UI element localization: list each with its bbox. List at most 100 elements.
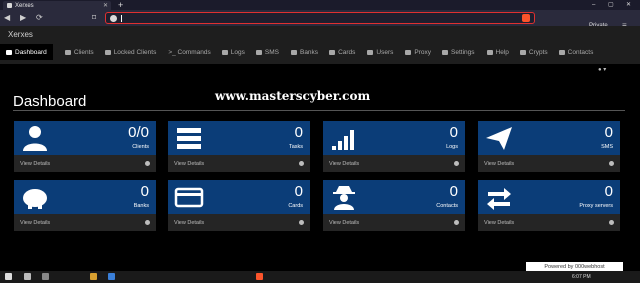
exchange-arrows-icon — [487, 188, 511, 210]
card-label: Tasks — [288, 144, 303, 150]
nav-item-locked-clients[interactable]: Locked Clients — [94, 44, 156, 60]
os-taskbar: 6:07 PM — [0, 271, 640, 283]
crypt-icon — [519, 49, 526, 55]
nav-item-users[interactable]: Users — [355, 44, 393, 60]
sms-icon — [255, 49, 262, 55]
nav-item-crypts[interactable]: Crypts — [509, 44, 548, 60]
nav-item-cards[interactable]: Cards — [318, 44, 355, 60]
card-label: Contacts — [436, 203, 458, 209]
proxy-icon — [405, 49, 412, 55]
card-label: Banks — [133, 203, 149, 209]
brave-icon[interactable] — [256, 273, 263, 280]
gear-icon — [442, 49, 449, 55]
card-label: Logs — [446, 144, 458, 150]
bookmark-icon[interactable]: ⌑ — [92, 12, 96, 24]
brand-title[interactable]: Xerxes — [8, 30, 33, 39]
view-details-link[interactable]: View Details — [168, 155, 310, 172]
paper-plane-icon — [486, 127, 512, 150]
arrow-circle-right-icon — [299, 220, 304, 225]
card-value: 0 — [294, 183, 303, 200]
minimize-button[interactable]: – — [592, 0, 595, 10]
card-sms: 0 SMS View Details — [478, 121, 620, 172]
title-divider — [13, 110, 625, 111]
search-icon[interactable] — [24, 273, 31, 280]
user-dropdown[interactable]: ● ▾ — [598, 66, 606, 73]
edge-icon[interactable] — [108, 273, 115, 280]
card-cards: 0 Cards View Details — [168, 180, 310, 231]
page-title: Dashboard — [13, 93, 87, 110]
lock-users-icon — [104, 49, 111, 55]
spy-icon — [333, 186, 355, 210]
tasks-icon — [177, 128, 201, 149]
piggy-bank-icon — [23, 189, 47, 209]
logs-icon — [221, 49, 228, 55]
card-value: 0 — [294, 124, 303, 141]
brave-shield-icon[interactable] — [522, 14, 530, 22]
card-tasks: 0 Tasks View Details — [168, 121, 310, 172]
users-icon — [64, 49, 71, 55]
watermark-text: www.masterscyber.com — [215, 89, 371, 103]
card-logs: 0 Logs View Details — [323, 121, 465, 172]
nav-item-commands[interactable]: >_ Commands — [156, 44, 210, 60]
credit-card-icon — [174, 187, 204, 208]
nav-item-proxy[interactable]: Proxy — [393, 44, 431, 60]
new-tab-button[interactable]: + — [118, 0, 123, 10]
close-window-button[interactable]: ✕ — [626, 0, 631, 10]
view-details-link[interactable]: View Details — [323, 214, 465, 231]
arrow-circle-right-icon — [299, 161, 304, 166]
bank-icon — [290, 49, 297, 55]
user-icon — [23, 126, 47, 151]
site-info-icon[interactable] — [110, 15, 117, 22]
arrow-circle-right-icon — [145, 220, 150, 225]
card-banks: 0 Banks View Details — [14, 180, 156, 231]
browser-tab[interactable]: Xerxes ✕ — [3, 1, 111, 10]
card-value: 0 — [449, 183, 458, 200]
view-details-link[interactable]: View Details — [168, 214, 310, 231]
nav-item-clients[interactable]: Clients — [53, 44, 94, 60]
card-value: 0 — [140, 183, 149, 200]
address-bar[interactable] — [105, 12, 535, 24]
nav-item-help[interactable]: Help — [475, 44, 509, 60]
clock: 6:07 PM — [572, 274, 591, 280]
nav-item-banks[interactable]: Banks — [279, 44, 318, 60]
view-details-link[interactable]: View Details — [14, 155, 156, 172]
arrow-circle-right-icon — [454, 161, 459, 166]
signal-bars-icon — [332, 130, 354, 150]
start-icon[interactable] — [5, 273, 12, 280]
nav-item-contacts[interactable]: Contacts — [548, 44, 593, 60]
view-details-link[interactable]: View Details — [323, 155, 465, 172]
tab-title: Xerxes — [15, 2, 34, 9]
card-label: SMS — [601, 144, 613, 150]
nav-item-logs[interactable]: Logs — [211, 44, 245, 60]
arrow-circle-right-icon — [454, 220, 459, 225]
nav-item-sms[interactable]: SMS — [245, 44, 279, 60]
maximize-button[interactable]: ▢ — [608, 0, 614, 10]
view-details-link[interactable]: View Details — [478, 214, 620, 231]
cards-icon — [329, 49, 336, 55]
card-value: 0 — [604, 183, 613, 200]
card-clients: 0/0 Clients View Details — [14, 121, 156, 172]
help-icon — [486, 49, 493, 55]
back-button[interactable]: ◀ — [4, 12, 10, 24]
favicon-icon — [7, 3, 12, 8]
task-view-icon[interactable] — [42, 273, 49, 280]
card-contacts: 0 Contacts View Details — [323, 180, 465, 231]
main-nav: Dashboard Clients Locked Clients >_ Comm… — [0, 44, 593, 60]
forward-button[interactable]: ▶ — [20, 12, 26, 24]
view-details-link[interactable]: View Details — [478, 155, 620, 172]
card-value: 0 — [604, 124, 613, 141]
nav-item-settings[interactable]: Settings — [431, 44, 475, 60]
arrow-circle-right-icon — [145, 161, 150, 166]
close-tab-icon[interactable]: ✕ — [103, 2, 108, 9]
card-value: 0/0 — [128, 124, 149, 141]
dashboard-icon — [6, 49, 12, 55]
nav-item-dashboard[interactable]: Dashboard — [0, 44, 53, 60]
view-details-link[interactable]: View Details — [14, 214, 156, 231]
contacts-icon — [558, 49, 565, 55]
card-value: 0 — [449, 124, 458, 141]
browser-tab-strip: Xerxes ✕ + – ▢ ✕ — [0, 0, 640, 10]
reload-button[interactable]: ⟳ — [36, 12, 43, 24]
powered-by-badge[interactable]: Powered by 000webhost — [526, 262, 623, 271]
file-explorer-icon[interactable] — [90, 273, 97, 280]
arrow-circle-right-icon — [609, 220, 614, 225]
